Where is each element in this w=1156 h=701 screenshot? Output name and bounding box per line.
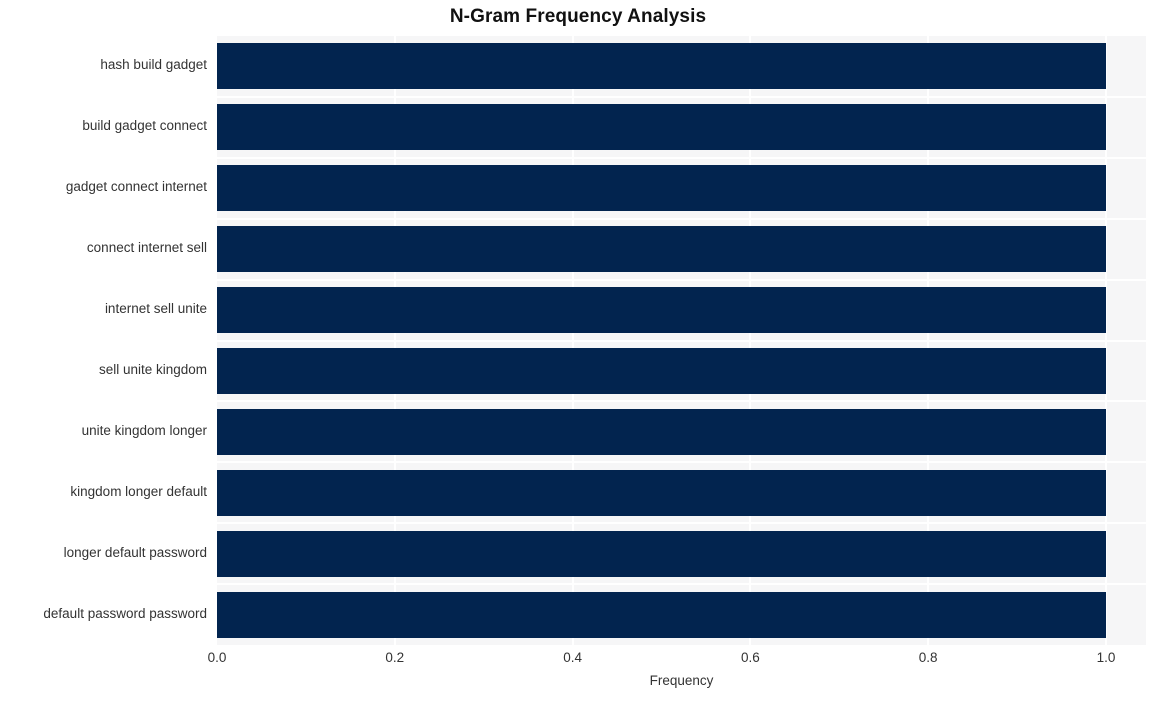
y-axis: hash build gadget build gadget connect gad… <box>0 36 207 645</box>
y-axis-tick-label: build gadget connect <box>82 118 207 134</box>
x-axis-tick-label: 0.0 <box>207 650 227 665</box>
bar <box>217 165 1106 212</box>
y-axis-tick-label: default password password <box>43 605 207 621</box>
x-axis: 0.0 0.2 0.4 0.6 0.8 1.0 <box>208 645 1146 671</box>
gridline-horizontal <box>217 278 1146 281</box>
y-axis-tick-label: connect internet sell <box>86 240 207 256</box>
gridline-horizontal <box>217 339 1146 342</box>
y-axis-tick-label: hash build gadget <box>100 57 207 73</box>
chart-figure: N-Gram Frequency Analysis hash build gad… <box>0 0 1156 701</box>
x-axis-tick-label: 0.4 <box>563 650 582 665</box>
plot-area <box>217 36 1146 645</box>
x-axis-tick-label: 1.0 <box>1096 650 1116 665</box>
gridline-horizontal <box>217 583 1146 586</box>
bar <box>217 408 1106 455</box>
chart-title: N-Gram Frequency Analysis <box>449 6 707 27</box>
x-axis-tick-label: 0.8 <box>918 650 938 665</box>
y-axis-tick-label: sell unite kingdom <box>98 361 207 377</box>
x-axis-tick-label: 0.2 <box>385 650 405 665</box>
bar <box>217 226 1106 273</box>
bar <box>217 104 1106 151</box>
y-axis-tick-label: kingdom longer default <box>70 483 207 499</box>
bar <box>217 347 1106 394</box>
y-axis-tick-label: longer default password <box>63 544 207 560</box>
gridline-horizontal <box>217 461 1146 464</box>
bar <box>217 530 1106 577</box>
gridline-horizontal <box>217 217 1146 220</box>
gridline-horizontal <box>217 400 1146 403</box>
x-axis-tick-label: 0.6 <box>741 650 760 665</box>
bar <box>217 469 1106 516</box>
gridline-horizontal <box>217 156 1146 159</box>
y-axis-tick-label: internet sell unite <box>104 301 207 317</box>
gridline-horizontal <box>217 522 1146 525</box>
bar <box>217 43 1106 90</box>
y-axis-tick-label: unite kingdom longer <box>81 422 207 438</box>
bar <box>217 591 1106 638</box>
gridline-horizontal <box>217 95 1146 98</box>
bar <box>217 287 1106 334</box>
x-axis-title: Frequency <box>649 673 714 688</box>
y-axis-tick-label: gadget connect internet <box>65 179 207 195</box>
